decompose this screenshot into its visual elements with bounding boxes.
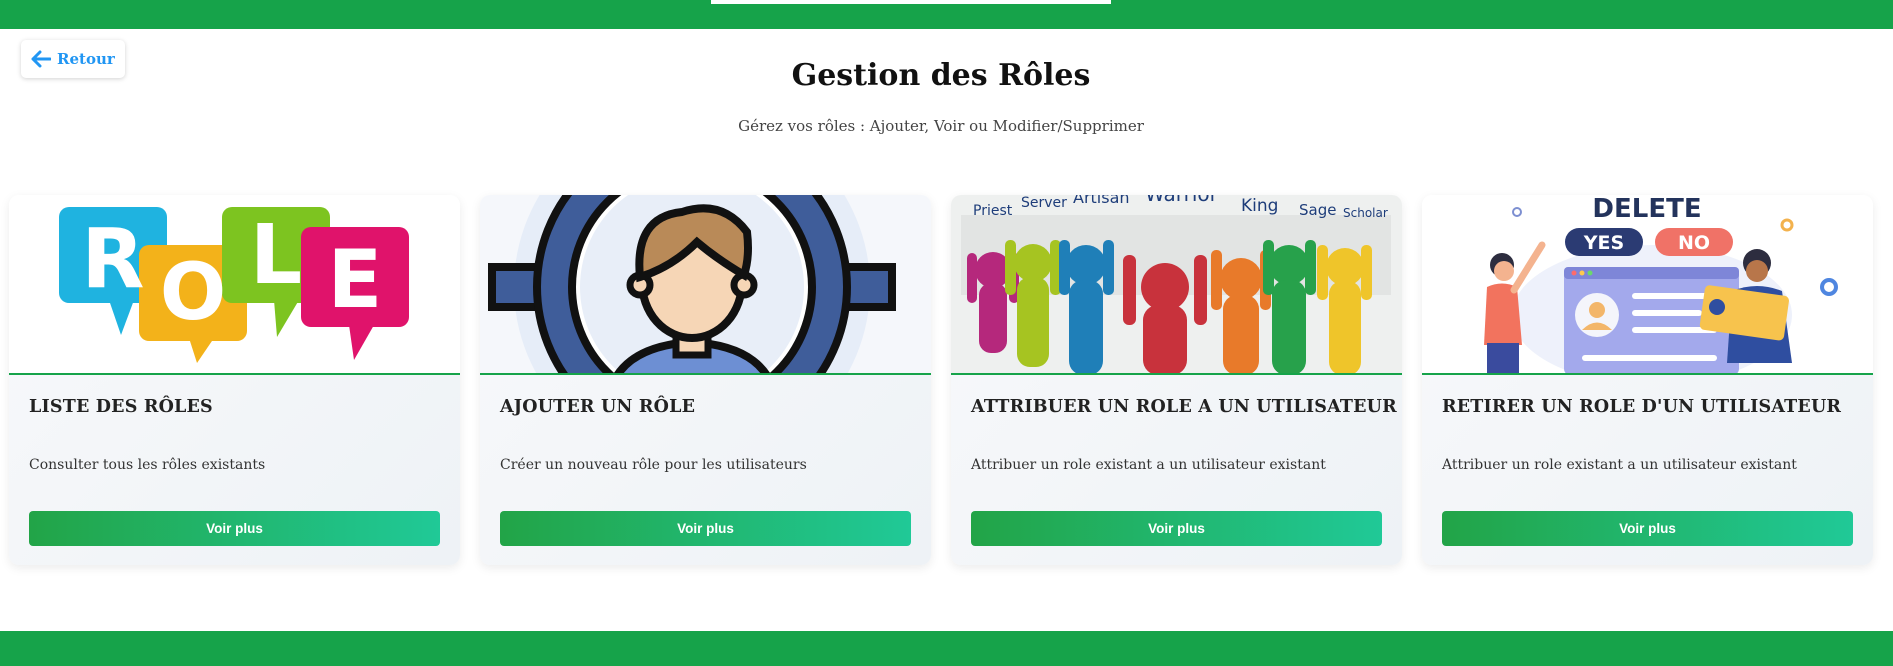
card-title: LISTE DES RÔLES xyxy=(29,397,213,417)
svg-text:Priest: Priest xyxy=(973,203,1013,219)
svg-text:Artisan: Artisan xyxy=(1073,195,1130,207)
card-remove-role: DELETE YES NO RETIRER UN ROLE D'UN UTILI… xyxy=(1422,195,1873,565)
svg-text:R: R xyxy=(81,212,144,307)
card-assign-role: Priest Server Artisan Warrior King Sage … xyxy=(951,195,1402,565)
card-title: AJOUTER UN RÔLE xyxy=(500,397,696,417)
card-description: Créer un nouveau rôle pour les utilisate… xyxy=(500,457,807,473)
card-description: Attribuer un role existant a un utilisat… xyxy=(1442,457,1797,473)
top-bar-tab-indicator xyxy=(711,0,1111,4)
cards-grid: R O L E LISTE DES RÔLES Consulter tous l… xyxy=(9,195,1873,565)
svg-text:NO: NO xyxy=(1678,232,1710,254)
svg-text:King: King xyxy=(1241,196,1278,216)
figures-with-role-labels-image: Priest Server Artisan Warrior King Sage … xyxy=(951,195,1402,375)
svg-text:Server: Server xyxy=(1021,195,1067,211)
view-more-button[interactable]: Voir plus xyxy=(971,511,1382,546)
card-title: ATTRIBUER UN ROLE A UN UTILISATEUR xyxy=(971,397,1397,417)
svg-text:Warrior: Warrior xyxy=(1145,195,1219,206)
view-more-button[interactable]: Voir plus xyxy=(500,511,911,546)
card-list-roles: R O L E LISTE DES RÔLES Consulter tous l… xyxy=(9,195,460,565)
svg-text:E: E xyxy=(328,233,383,326)
svg-text:YES: YES xyxy=(1583,232,1624,254)
card-title: RETIRER UN ROLE D'UN UTILISATEUR xyxy=(1442,397,1842,417)
card-description: Attribuer un role existant a un utilisat… xyxy=(971,457,1326,473)
svg-text:Sage: Sage xyxy=(1299,201,1336,219)
footer-bar xyxy=(0,631,1893,666)
page-title: Gestion des Rôles xyxy=(791,58,1091,93)
svg-text:Scholar: Scholar xyxy=(1343,206,1388,220)
card-description: Consulter tous les rôles existants xyxy=(29,457,266,473)
view-more-button[interactable]: Voir plus xyxy=(29,511,440,546)
svg-text:L: L xyxy=(250,208,302,303)
svg-text:DELETE: DELETE xyxy=(1592,195,1701,224)
card-add-role: AJOUTER UN RÔLE Créer un nouveau rôle po… xyxy=(480,195,931,565)
role-bubbles-image: R O L E xyxy=(9,195,460,375)
user-gear-image xyxy=(480,195,931,375)
svg-text:O: O xyxy=(160,248,226,338)
top-bar xyxy=(0,0,1893,29)
view-more-button[interactable]: Voir plus xyxy=(1442,511,1853,546)
page-subtitle: Gérez vos rôles : Ajouter, Voir ou Modif… xyxy=(738,117,1144,135)
delete-yes-no-image: DELETE YES NO xyxy=(1422,195,1873,375)
